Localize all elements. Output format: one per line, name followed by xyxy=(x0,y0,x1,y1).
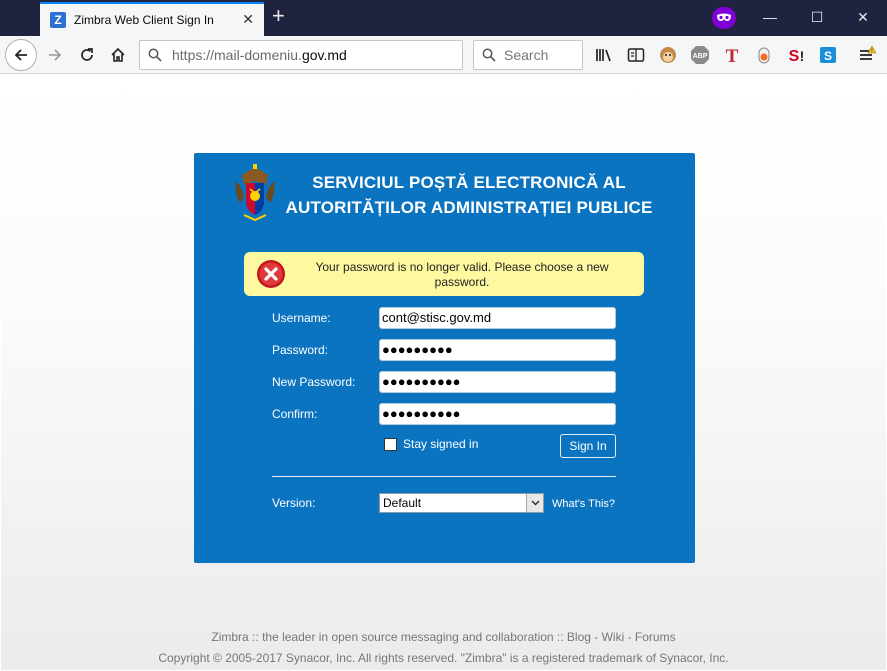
service-title: SERVICIUL POȘTĂ ELECTRONICĂ AL AUTORITĂȚ… xyxy=(274,170,664,220)
svg-text:S: S xyxy=(789,48,800,65)
footer-links-line[interactable]: Zimbra :: the leader in open source mess… xyxy=(1,630,886,644)
reload-icon xyxy=(81,48,93,61)
login-panel: SERVICIUL POȘTĂ ELECTRONICĂ AL AUTORITĂȚ… xyxy=(194,153,695,563)
stay-signed-in-row: Stay signed in xyxy=(384,437,478,451)
url-bar[interactable]: https://mail-domeniu.gov.md xyxy=(139,40,463,70)
url-prefix: https://mail-domeniu. xyxy=(172,47,302,63)
svg-text:!: ! xyxy=(800,48,805,64)
back-arrow-icon xyxy=(14,49,27,61)
minimize-window-icon[interactable]: — xyxy=(760,9,780,25)
navigation-toolbar: https://mail-domeniu.gov.md Search ABP T… xyxy=(0,36,887,74)
back-button[interactable] xyxy=(5,39,37,71)
home-button[interactable] xyxy=(103,40,133,70)
whats-this-link[interactable]: What's This? xyxy=(552,498,615,510)
forward-arrow-icon xyxy=(49,49,62,61)
tab-title: Zimbra Web Client Sign In xyxy=(74,13,214,27)
menu-icon[interactable]: ! xyxy=(856,44,878,66)
forward-button[interactable] xyxy=(40,40,70,70)
s-box-icon[interactable]: S xyxy=(817,44,839,66)
url-domain: gov.md xyxy=(301,47,347,63)
password-label: Password: xyxy=(272,343,329,357)
search-icon xyxy=(482,48,496,62)
tab-close-icon[interactable]: ✕ xyxy=(242,11,254,28)
password-input[interactable]: ●●●●●●●●● xyxy=(379,339,616,361)
reader-view-icon[interactable] xyxy=(625,44,647,66)
error-x-icon xyxy=(257,260,285,288)
zimbra-favicon-icon: Z xyxy=(50,12,66,28)
error-banner: Your password is no longer valid. Please… xyxy=(244,252,644,296)
new-password-input[interactable]: ●●●●●●●●●● xyxy=(379,371,616,393)
library-icon[interactable] xyxy=(593,44,615,66)
reload-button[interactable] xyxy=(72,40,102,70)
text-t-icon[interactable]: T xyxy=(721,44,743,66)
url-text: https://mail-domeniu.gov.md xyxy=(172,47,347,63)
s-exclaim-icon[interactable]: S! xyxy=(785,44,807,66)
adblock-icon[interactable]: ABP xyxy=(689,44,711,66)
moldova-coat-of-arms-icon xyxy=(235,164,275,221)
close-window-icon[interactable]: ✕ xyxy=(853,9,873,26)
confirm-label: Confirm: xyxy=(272,407,318,421)
form-divider xyxy=(272,476,616,477)
footer-copyright: Copyright © 2005-2017 Synacor, Inc. All … xyxy=(158,651,729,665)
username-label: Username: xyxy=(272,311,331,325)
confirm-password-input[interactable]: ●●●●●●●●●● xyxy=(379,403,616,425)
page-content: SERVICIUL POȘTĂ ELECTRONICĂ AL AUTORITĂȚ… xyxy=(1,75,886,670)
version-label: Version: xyxy=(272,496,316,510)
search-bar[interactable]: Search xyxy=(473,40,583,70)
chevron-down-icon[interactable] xyxy=(526,494,543,512)
private-browsing-mask-icon xyxy=(712,7,736,29)
service-title-line1: SERVICIUL POȘTĂ ELECTRONICĂ AL xyxy=(312,173,626,192)
sign-in-button[interactable]: Sign In xyxy=(560,434,616,458)
rss-icon[interactable] xyxy=(753,44,775,66)
error-message: Your password is no longer valid. Please… xyxy=(315,260,609,289)
new-tab-plus-icon[interactable]: + xyxy=(272,4,285,28)
browser-tab-active[interactable]: Z Zimbra Web Client Sign In ✕ xyxy=(40,2,264,36)
browser-titlebar: Z Zimbra Web Client Sign In ✕ + — ☐ ✕ xyxy=(0,0,887,36)
maximize-window-icon[interactable]: ☐ xyxy=(807,9,827,26)
svg-text:T: T xyxy=(726,46,739,65)
search-icon xyxy=(148,48,162,62)
new-password-label: New Password: xyxy=(272,375,356,389)
stay-signed-in-label[interactable]: Stay signed in xyxy=(403,437,478,451)
version-selected-value: Default xyxy=(383,496,422,510)
monkey-icon[interactable] xyxy=(657,44,679,66)
search-placeholder: Search xyxy=(504,47,549,63)
svg-text:S: S xyxy=(824,49,832,63)
home-icon xyxy=(111,47,125,62)
stay-signed-in-checkbox[interactable] xyxy=(384,437,397,451)
service-title-line2: AUTORITĂȚILOR ADMINISTRAȚIEI PUBLICE xyxy=(285,198,653,217)
username-input[interactable]: cont@stisc.gov.md xyxy=(379,307,616,329)
version-select[interactable]: Default xyxy=(379,493,544,513)
svg-text:ABP: ABP xyxy=(693,53,708,60)
